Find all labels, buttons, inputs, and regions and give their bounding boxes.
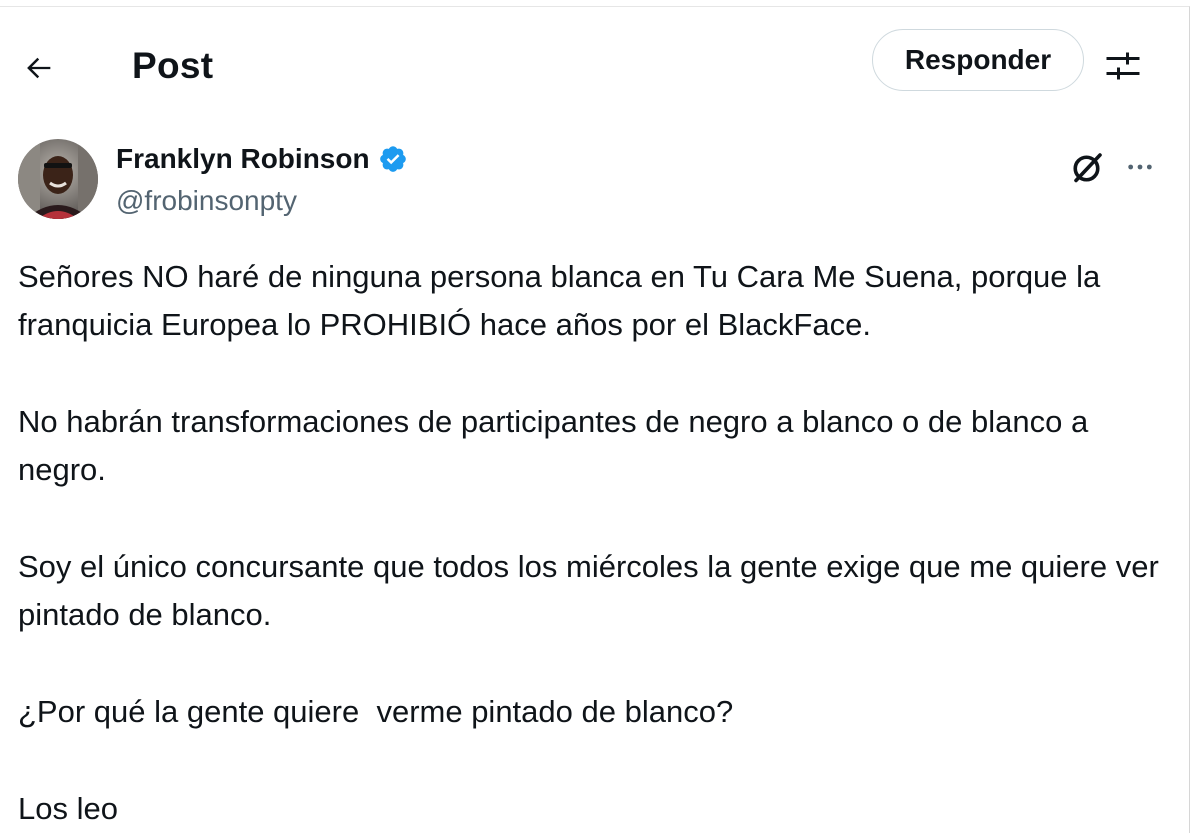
verified-badge-icon [378,144,408,174]
post-paragraph: Los leo [18,791,118,826]
author-name[interactable]: Franklyn Robinson [116,143,408,175]
back-button[interactable] [14,43,64,93]
post-paragraph: No habrán transformaciones de participan… [18,404,1097,487]
page-title: Post [132,45,214,86]
profile-photo [18,139,98,219]
arrow-left-icon [27,57,51,79]
grok-button[interactable] [1068,147,1108,187]
post-paragraph: Señores NO haré de ninguna persona blanc… [18,259,1109,342]
more-options-button[interactable] [1120,147,1160,187]
author-handle[interactable]: @frobinsonpty [116,185,297,217]
grok-slash-icon [1073,153,1102,183]
sliders-icon [1106,52,1140,80]
post-paragraph: Soy el único concursante que todos los m… [18,549,1168,632]
reply-button[interactable]: Responder [872,29,1084,91]
post-view: Post Responder Franklyn Robinson @frobin… [0,6,1190,833]
post-paragraph: ¿Por qué la gente quiere verme pintado d… [18,694,734,729]
post-text: Señores NO haré de ninguna persona blanc… [18,253,1168,833]
filter-button[interactable] [1100,43,1146,89]
author-name-text: Franklyn Robinson [116,143,370,174]
page-header: Post Responder [0,7,1190,119]
avatar[interactable] [18,139,98,219]
ellipsis-icon [1128,164,1152,170]
